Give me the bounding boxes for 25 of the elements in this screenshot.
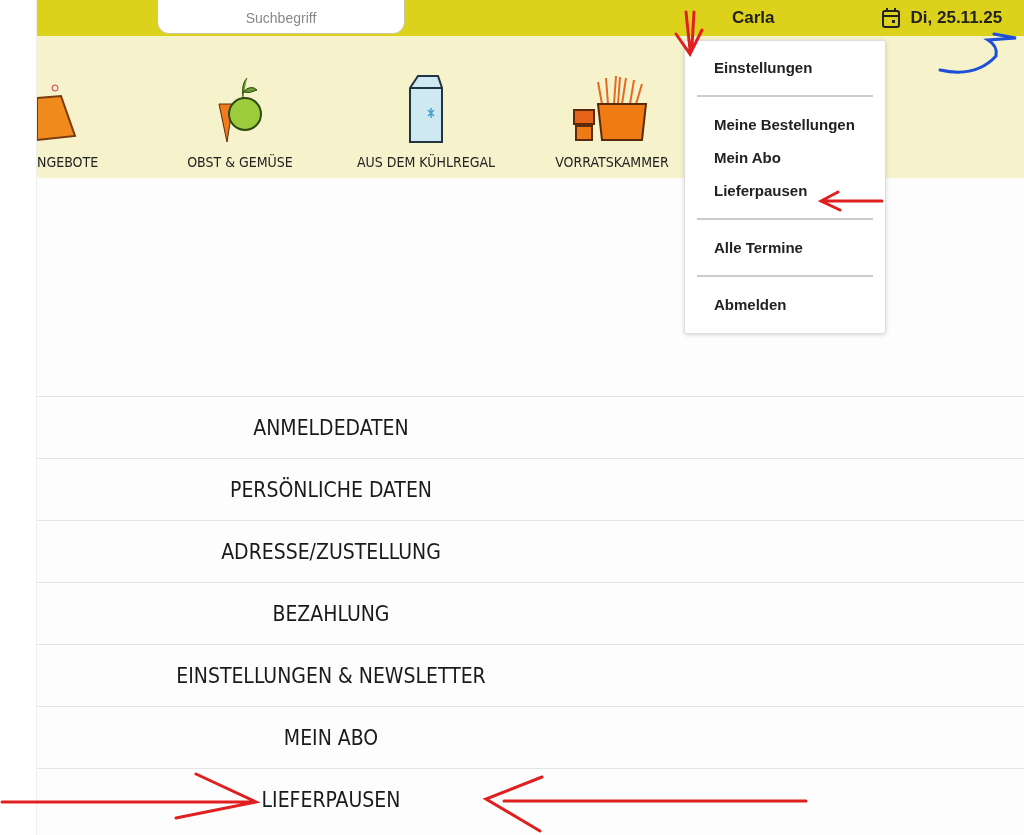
- menu-item[interactable]: Abmelden: [685, 288, 885, 321]
- search-field[interactable]: Suchbegriff: [157, 0, 405, 34]
- account-section-link[interactable]: BEZAHLUNG: [37, 601, 625, 626]
- category-link[interactable]: VORRATSKAMMER: [555, 154, 669, 170]
- menu-item[interactable]: Einstellungen: [685, 51, 885, 84]
- account-section-link[interactable]: LIEFERPAUSEN: [37, 787, 625, 812]
- category-link[interactable]: OBST & GEMÜSE: [187, 154, 293, 170]
- account-section-link[interactable]: MEIN ABO: [37, 725, 625, 750]
- account-section-link[interactable]: PERSÖNLICHE DATEN: [37, 477, 625, 502]
- annotation-arrow: [672, 10, 706, 58]
- delivery-date[interactable]: Di, 25.11.25: [910, 8, 1003, 28]
- tag-icon[interactable]: [37, 84, 77, 144]
- account-section-link[interactable]: ANMELDEDATEN: [37, 415, 625, 440]
- category-link[interactable]: AUS DEM KÜHLREGAL: [356, 154, 495, 170]
- user-name[interactable]: Carla: [732, 8, 775, 28]
- menu-item[interactable]: Lieferpausen: [685, 174, 885, 207]
- calendar-icon: [880, 7, 901, 29]
- category-link[interactable]: NGEBOTE: [37, 154, 99, 170]
- account-section-link[interactable]: ADRESSE/ZUSTELLUNG: [37, 539, 625, 564]
- menu-item[interactable]: Meine Bestellungen: [685, 108, 885, 141]
- menu-item[interactable]: Alle Termine: [685, 231, 885, 264]
- account-section-link[interactable]: EINSTELLUNGEN & NEWSLETTER: [37, 663, 625, 688]
- menu-item[interactable]: Mein Abo: [685, 141, 885, 174]
- milk-carton-icon[interactable]: [406, 74, 446, 144]
- annotation-arrow: [818, 189, 884, 213]
